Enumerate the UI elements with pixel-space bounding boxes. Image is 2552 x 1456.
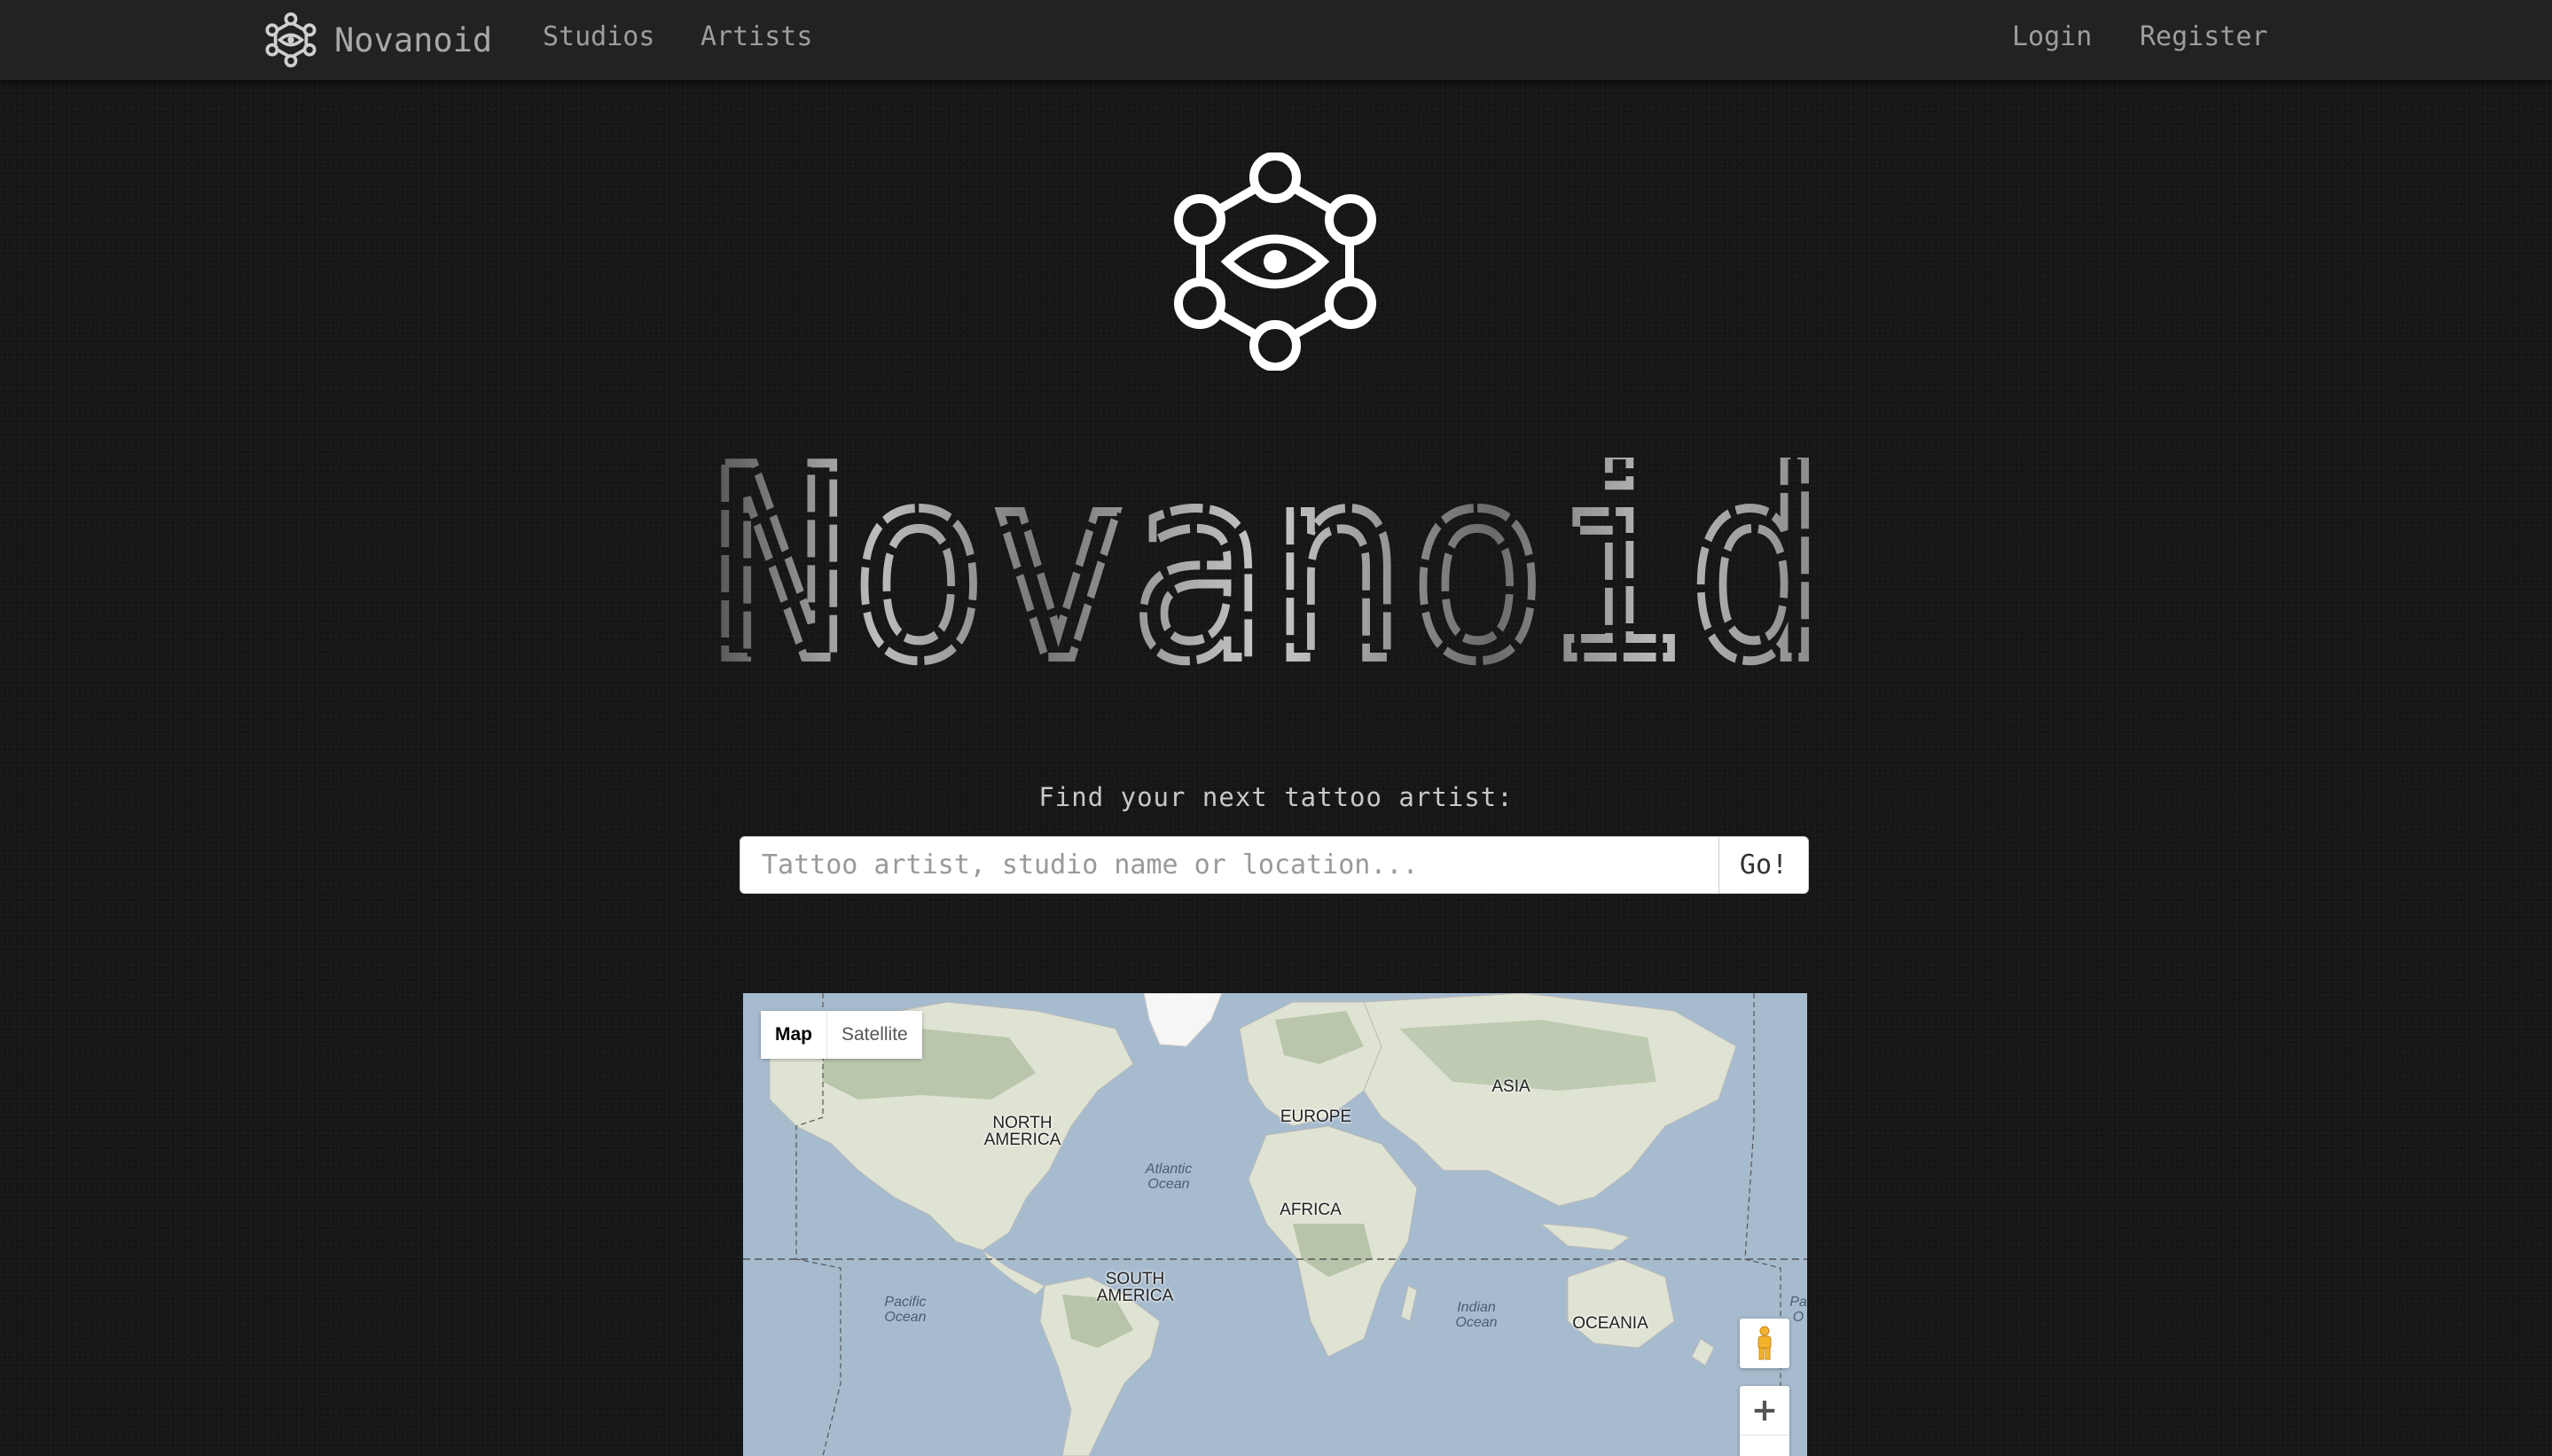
search-tagline: Find your next tattoo artist: xyxy=(1038,782,1514,812)
map-label-pacific-ocean-right: Pa O xyxy=(1789,1295,1807,1325)
nav-login-link[interactable]: Login xyxy=(2012,0,2092,74)
zoom-control: + xyxy=(1740,1386,1789,1456)
map-label-indian-ocean: Indian Ocean xyxy=(1455,1300,1498,1330)
map-label-asia: ASIA xyxy=(1491,1077,1530,1096)
hero-title: Novanoid xyxy=(705,458,1831,670)
nav-studios-link[interactable]: Studios xyxy=(543,0,654,74)
hero-logo-icon xyxy=(1174,153,1376,371)
map-type-map-button[interactable]: Map xyxy=(761,1011,827,1059)
brand-name: Novanoid xyxy=(334,20,493,59)
zoom-in-button[interactable]: + xyxy=(1740,1386,1789,1436)
search-input[interactable] xyxy=(740,836,1718,894)
pegman-icon xyxy=(1757,1326,1772,1360)
map-label-europe: EUROPE xyxy=(1280,1108,1352,1126)
street-view-pegman-button[interactable] xyxy=(1740,1319,1789,1368)
map-type-satellite-button[interactable]: Satellite xyxy=(827,1011,922,1059)
map-label-pacific-ocean: Pacific Ocean xyxy=(884,1295,927,1325)
map-label-oceania: OCEANIA xyxy=(1572,1314,1648,1333)
top-navbar: Novanoid Studios Artists Login Register xyxy=(0,0,2552,82)
map-label-south-america: SOUTH AMERICA xyxy=(1096,1270,1174,1305)
world-map[interactable]: NORTH AMERICA EUROPE ASIA AFRICA SOUTH A… xyxy=(743,993,1807,1456)
map-label-north-america: NORTH AMERICA xyxy=(983,1114,1061,1149)
search-bar: Go! xyxy=(740,836,1809,894)
map-tiles xyxy=(743,993,1807,1456)
go-button[interactable]: Go! xyxy=(1718,836,1809,894)
map-type-control: Map Satellite xyxy=(761,1011,922,1059)
map-label-atlantic-ocean: Atlantic Ocean xyxy=(1145,1162,1193,1192)
map-label-africa: AFRICA xyxy=(1280,1201,1342,1219)
nav-register-link[interactable]: Register xyxy=(2140,0,2268,74)
nav-artists-link[interactable]: Artists xyxy=(701,0,812,74)
hero-title-text: Novanoid xyxy=(709,458,1827,670)
brand-link[interactable]: Novanoid xyxy=(263,7,492,73)
novanoid-logo-icon xyxy=(265,12,317,67)
